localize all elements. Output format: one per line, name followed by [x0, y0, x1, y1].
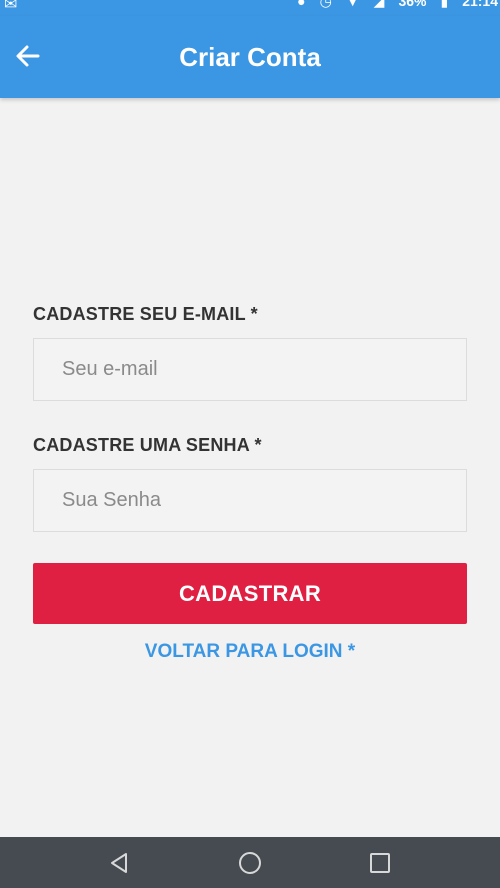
- triangle-back-icon: [111, 853, 127, 873]
- nav-home-button[interactable]: [236, 849, 264, 877]
- password-label: CADASTRE UMA SENHA *: [33, 435, 262, 455]
- signal-icon: ◢: [373, 0, 385, 9]
- app-bar: Criar Conta: [0, 16, 500, 98]
- back-to-login-link[interactable]: VOLTAR PARA LOGIN *: [33, 641, 467, 663]
- wifi-icon: ▼: [345, 0, 360, 9]
- battery-icon: ▮: [440, 0, 449, 9]
- system-nav-bar: [0, 837, 500, 888]
- square-recent-icon: [370, 853, 390, 873]
- nav-back-button[interactable]: [106, 849, 134, 877]
- email-label: CADASTRE SEU E-MAIL *: [33, 304, 258, 324]
- circle-home-icon: [239, 852, 261, 874]
- register-button[interactable]: CADASTRAR: [33, 563, 467, 624]
- nav-recent-button[interactable]: [366, 849, 394, 877]
- page-title: Criar Conta: [179, 42, 321, 72]
- email-field[interactable]: [33, 338, 467, 401]
- alarm-icon: ◷: [319, 0, 332, 9]
- battery-percent: 36%: [398, 0, 427, 9]
- record-icon: ●: [297, 0, 306, 9]
- notification-icon: ✉: [4, 0, 18, 13]
- signup-form: CADASTRE SEU E-MAIL * CADASTRE UMA SENHA…: [33, 300, 467, 663]
- status-bar: ✉ ● ◷ ▼ ◢ 36% ▮ 21:14: [0, 0, 500, 16]
- password-field[interactable]: [33, 469, 467, 532]
- clock: 21:14: [462, 0, 498, 9]
